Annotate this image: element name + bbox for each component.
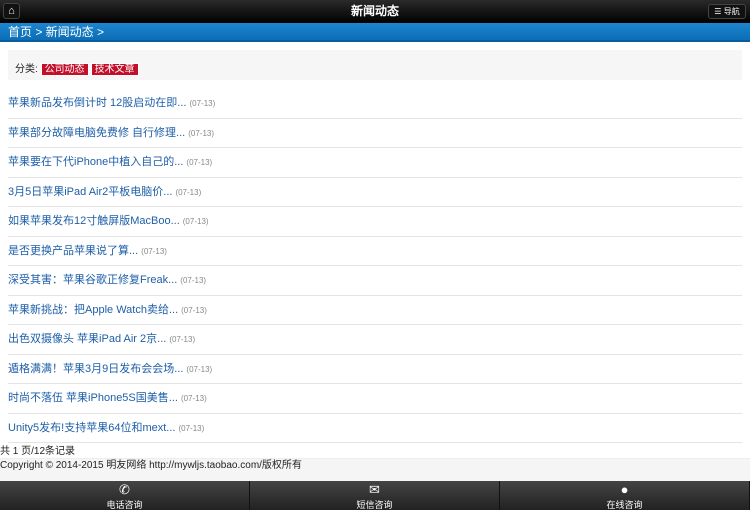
tag-tech-articles[interactable]: 技术文章 — [90, 63, 139, 76]
home-button[interactable]: ⌂ — [3, 3, 20, 19]
list-item: 时尚不落伍 苹果iPhone5S国美售... (07-13) — [8, 384, 742, 414]
list-item: Unity5发布!支持苹果64位和mext... (07-13) — [8, 414, 742, 443]
page-title: 新闻动态 — [350, 4, 399, 18]
home-icon: ⌂ — [8, 5, 15, 17]
news-link[interactable]: 时尚不落伍 苹果iPhone5S国美售... — [8, 392, 178, 404]
news-link[interactable]: 如果苹果发布12寸触屏版MacBoo... — [8, 215, 180, 227]
bottom-label: 短信咨询 — [356, 500, 393, 510]
news-link[interactable]: 苹果新品发布倒计时 12股启动在即... — [8, 97, 186, 109]
news-link[interactable]: 苹果新挑战：把Apple Watch卖给... — [8, 304, 178, 316]
list-item: 遁格满满！苹果3月9日发布会会场... (07-13) — [8, 355, 742, 384]
list-item: 苹果新挑战：把Apple Watch卖给... (07-13) — [8, 296, 742, 325]
news-date: (07-13) — [175, 187, 202, 197]
list-item: 苹果新品发布倒计时 12股启动在即... (07-13) — [8, 89, 742, 119]
category-filter: 分类: 公司动态 技术文章 — [8, 50, 742, 80]
news-list: 苹果新品发布倒计时 12股启动在即... (07-13) 苹果部分故障电脑免费修 自… — [8, 89, 742, 443]
list-item: 苹果要在下代iPhone中植入自己的... (07-13) — [8, 148, 742, 178]
news-date: (07-13) — [169, 335, 196, 344]
phone-icon: ✆ — [119, 482, 130, 497]
sms-consult-button[interactable]: ✉ 短信咨询 — [250, 481, 500, 510]
online-consult-button[interactable]: ● 在线咨询 — [500, 481, 750, 510]
news-date: (07-13) — [182, 217, 209, 226]
bottom-label: 在线咨询 — [606, 500, 643, 510]
news-link[interactable]: 苹果要在下代iPhone中植入自己的... — [8, 156, 183, 168]
pager-info: 共 1 页/12条记录 — [0, 445, 750, 459]
list-item: 苹果部分故障电脑免费修 自行修理... (07-13) — [8, 119, 742, 148]
menu-icon: ☰ — [714, 7, 722, 16]
list-item: 如果苹果发布12寸触屏版MacBoo... (07-13) — [8, 207, 742, 237]
nav-label: 导航 — [723, 7, 740, 16]
news-date: (07-13) — [181, 305, 207, 315]
news-link[interactable]: 是否更换产品苹果说了算... — [8, 245, 138, 257]
top-bar: ⌂ 新闻动态 ☰ 导航 — [0, 0, 750, 23]
news-link[interactable]: 苹果部分故障电脑免费修 自行修理... — [8, 127, 185, 139]
news-date: (07-13) — [188, 128, 215, 138]
news-date: (07-13) — [180, 276, 207, 285]
mail-icon: ✉ — [369, 482, 380, 497]
news-link[interactable]: 深受其害：苹果谷歌正修复Freak... — [8, 274, 177, 286]
list-item: 3月5日苹果iPad Air2平板电脑价... (07-13) — [8, 178, 742, 207]
news-link[interactable]: 3月5日苹果iPad Air2平板电脑价... — [8, 186, 172, 198]
list-item: 出色双摄像头 苹果iPad Air 2京... (07-13) — [8, 325, 742, 355]
list-item: 深受其害：苹果谷歌正修复Freak... (07-13) — [8, 266, 742, 296]
news-date: (07-13) — [180, 394, 207, 403]
nav-button[interactable]: ☰ 导航 — [708, 4, 746, 19]
phone-consult-button[interactable]: ✆ 电话咨询 — [0, 481, 250, 510]
tag-company-news[interactable]: 公司动态 — [40, 63, 89, 76]
news-link[interactable]: 出色双摄像头 苹果iPad Air 2京... — [8, 333, 166, 345]
news-date: (07-13) — [189, 99, 216, 108]
news-date: (07-13) — [186, 364, 213, 374]
list-item: 是否更换产品苹果说了算... (07-13) — [8, 237, 742, 266]
news-link[interactable]: 遁格满满！苹果3月9日发布会会场... — [8, 363, 183, 375]
bottom-label: 电话咨询 — [106, 500, 143, 510]
news-date: (07-13) — [186, 158, 213, 167]
news-date: (07-13) — [141, 246, 167, 256]
chat-icon: ● — [620, 482, 629, 497]
category-label: 分类: — [15, 64, 38, 75]
breadcrumb[interactable]: 首页 > 新闻动态 > — [0, 23, 750, 42]
bottom-bar: ✆ 电话咨询 ✉ 短信咨询 ● 在线咨询 — [0, 481, 750, 510]
news-link[interactable]: Unity5发布!支持苹果64位和mext... — [8, 422, 175, 434]
news-date: (07-13) — [178, 423, 205, 433]
